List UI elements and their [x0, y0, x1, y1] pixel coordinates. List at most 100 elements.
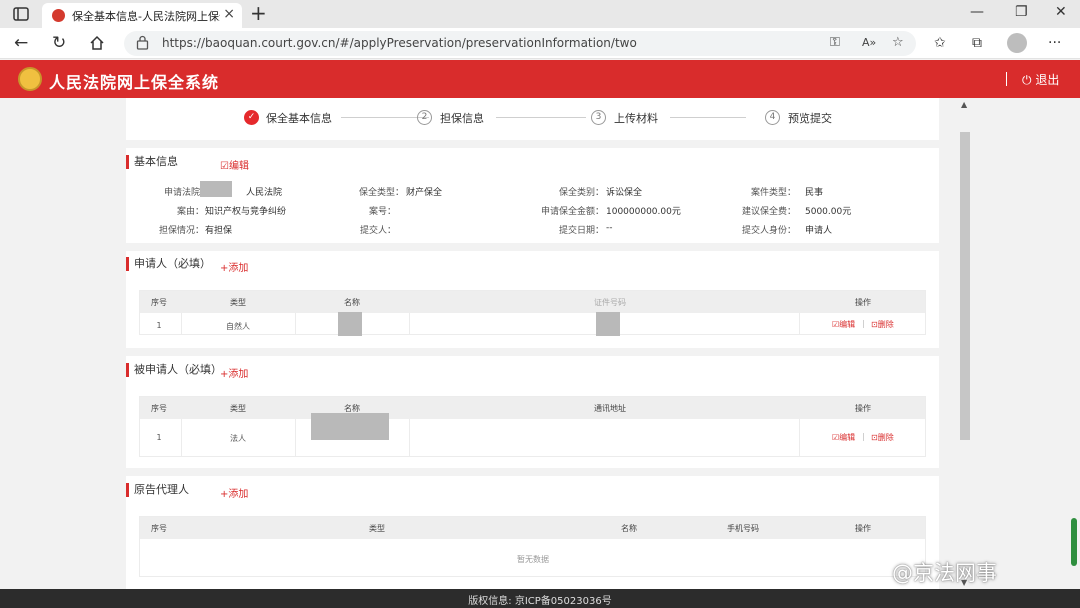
col-index: 序号 [151, 404, 167, 413]
add-label: 添加 [228, 369, 249, 380]
url-field[interactable]: https://baoquan.court.gov.cn/#/applyPres… [124, 31, 916, 56]
redacted-block [200, 181, 232, 197]
site-header: 人民法院网上保全系统 ⏻ 退出 [0, 60, 1080, 98]
add-agent-button[interactable]: +添加 [220, 485, 248, 500]
watermark: @京法网事 [892, 561, 997, 585]
action-separator: | [862, 319, 865, 328]
read-aloud-icon[interactable]: A» [862, 36, 876, 49]
step-2-number: 2 [417, 110, 432, 125]
close-icon[interactable]: × [223, 6, 235, 22]
edit-basic-info-button[interactable]: ☑编辑 [220, 157, 249, 172]
submit-date-value: -- [606, 223, 613, 233]
agent-table: 序号 类型 名称 手机号码 操作 暂无数据 [139, 516, 926, 577]
row-index: 1 [156, 433, 162, 442]
respondent-section: 被申请人（必填） +添加 序号 类型 名称 通讯地址 操作 1 法人 ☑编辑 |… [126, 356, 939, 468]
add-respondent-button[interactable]: +添加 [220, 365, 248, 380]
delete-respondent-button[interactable]: ⊡删除 [871, 432, 894, 443]
logout-button[interactable]: ⏻ 退出 [1022, 71, 1059, 88]
step-3-label: 上传材料 [614, 112, 658, 125]
collections-icon[interactable]: ⧉ [972, 35, 982, 51]
case-number-label: 案号： [368, 207, 396, 217]
step-connector [496, 117, 586, 118]
scroll-up-arrow-icon[interactable]: ▲ [961, 100, 967, 109]
col-type: 类型 [230, 404, 246, 413]
logout-label: 退出 [1035, 73, 1060, 87]
new-tab-plus-icon[interactable]: + [250, 1, 267, 25]
page-footer: 版权信息: 京ICP备05023036号 [0, 589, 1080, 608]
row-index: 1 [156, 321, 162, 330]
browser-tab-active[interactable]: 保全基本信息-人民法院网上保全 × [42, 3, 242, 28]
table-header: 序号 类型 名称 通讯地址 操作 [140, 397, 925, 419]
table-header: 序号 类型 名称 手机号码 操作 [140, 517, 925, 539]
cell-divider [295, 419, 296, 457]
delete-label: 删除 [877, 433, 894, 442]
suggested-fee-label: 建议保全费： [741, 207, 796, 217]
step-connector [341, 117, 429, 118]
step-2-label: 担保信息 [440, 112, 484, 125]
cell-divider [409, 419, 410, 457]
agent-title: 原告代理人 [126, 483, 189, 497]
favorite-add-icon[interactable]: ☆ [892, 35, 904, 50]
delete-applicant-button[interactable]: ⊡删除 [871, 319, 894, 330]
cell-divider [799, 419, 800, 457]
basic-info-section: 基本信息 ☑编辑 申请法院： 人民法院 保全类型： 财产保全 保全类别： 诉讼保… [126, 148, 939, 243]
key-icon[interactable]: ⚿ [830, 35, 840, 50]
step-1-check-icon: ✓ [244, 110, 259, 125]
col-name: 名称 [344, 298, 360, 307]
cell-divider [799, 313, 800, 335]
restore-icon[interactable]: ❐ [1015, 4, 1028, 20]
steps-panel: ✓ 保全基本信息 2 担保信息 3 上传材料 4 预览提交 [126, 98, 939, 140]
step-connector [670, 117, 746, 118]
scrollbar-thumb[interactable] [960, 132, 970, 440]
basic-info-title: 基本信息 [126, 155, 178, 169]
col-id-number: 证件号码 [594, 298, 626, 307]
side-scroll-indicator [1071, 518, 1077, 566]
submitter-identity-label: 提交人身份： [741, 226, 796, 236]
tab-title: 保全基本信息-人民法院网上保全 [72, 10, 220, 23]
col-address: 通讯地址 [594, 404, 626, 413]
row-type: 自然人 [226, 322, 250, 331]
back-arrow-icon[interactable]: ← [14, 33, 28, 53]
tab-overview-icon[interactable] [12, 5, 30, 23]
delete-label: 删除 [877, 320, 894, 329]
favorites-icon[interactable]: ✩ [934, 35, 946, 51]
lock-icon[interactable] [136, 35, 149, 50]
edit-label: 编辑 [228, 161, 249, 172]
court-favicon-icon [52, 9, 65, 22]
add-label: 添加 [228, 263, 249, 274]
url-text: https://baoquan.court.gov.cn/#/applyPres… [162, 36, 637, 50]
cell-divider [295, 313, 296, 335]
cell-divider [409, 313, 410, 335]
add-applicant-button[interactable]: +添加 [220, 259, 248, 274]
table-header: 序号 类型 名称 证件号码 操作 [140, 291, 925, 313]
cell-divider [181, 313, 182, 335]
col-type: 类型 [369, 524, 385, 533]
refresh-icon[interactable]: ↻ [52, 33, 66, 53]
copyright-text: 版权信息: 京ICP备05023036号 [468, 596, 612, 607]
preservation-type-label: 保全类型： [358, 188, 404, 198]
window-close-icon[interactable]: ✕ [1055, 4, 1067, 20]
step-4-number: 4 [765, 110, 780, 125]
row-type: 法人 [230, 434, 246, 443]
more-menu-icon[interactable]: ··· [1048, 35, 1061, 51]
edit-label: 编辑 [839, 433, 856, 442]
edit-applicant-button[interactable]: ☑编辑 [832, 319, 855, 330]
home-icon[interactable] [89, 35, 105, 51]
preservation-type-value: 财产保全 [406, 188, 443, 198]
case-type-value: 民事 [805, 188, 824, 198]
col-index: 序号 [151, 298, 167, 307]
guarantee-label: 担保情况： [158, 226, 204, 236]
col-phone: 手机号码 [727, 524, 759, 533]
step-1-label: 保全基本信息 [266, 112, 332, 125]
minimize-icon[interactable]: — [970, 4, 984, 20]
submitter-identity-value: 申请人 [805, 226, 833, 236]
court-value: 人民法院 [246, 188, 283, 198]
amount-label: 申请保全金额： [540, 207, 604, 217]
agent-section: 原告代理人 +添加 序号 类型 名称 手机号码 操作 暂无数据 [126, 476, 939, 589]
profile-avatar[interactable] [1007, 33, 1027, 53]
browser-address-bar: ← ↻ https://baoquan.court.gov.cn/#/apply… [0, 28, 1080, 59]
submitter-label: 提交人： [359, 226, 396, 236]
respondent-table: 序号 类型 名称 通讯地址 操作 1 法人 ☑编辑 | ⊡删除 [139, 396, 926, 457]
edit-respondent-button[interactable]: ☑编辑 [832, 432, 855, 443]
redacted-name [338, 312, 362, 336]
